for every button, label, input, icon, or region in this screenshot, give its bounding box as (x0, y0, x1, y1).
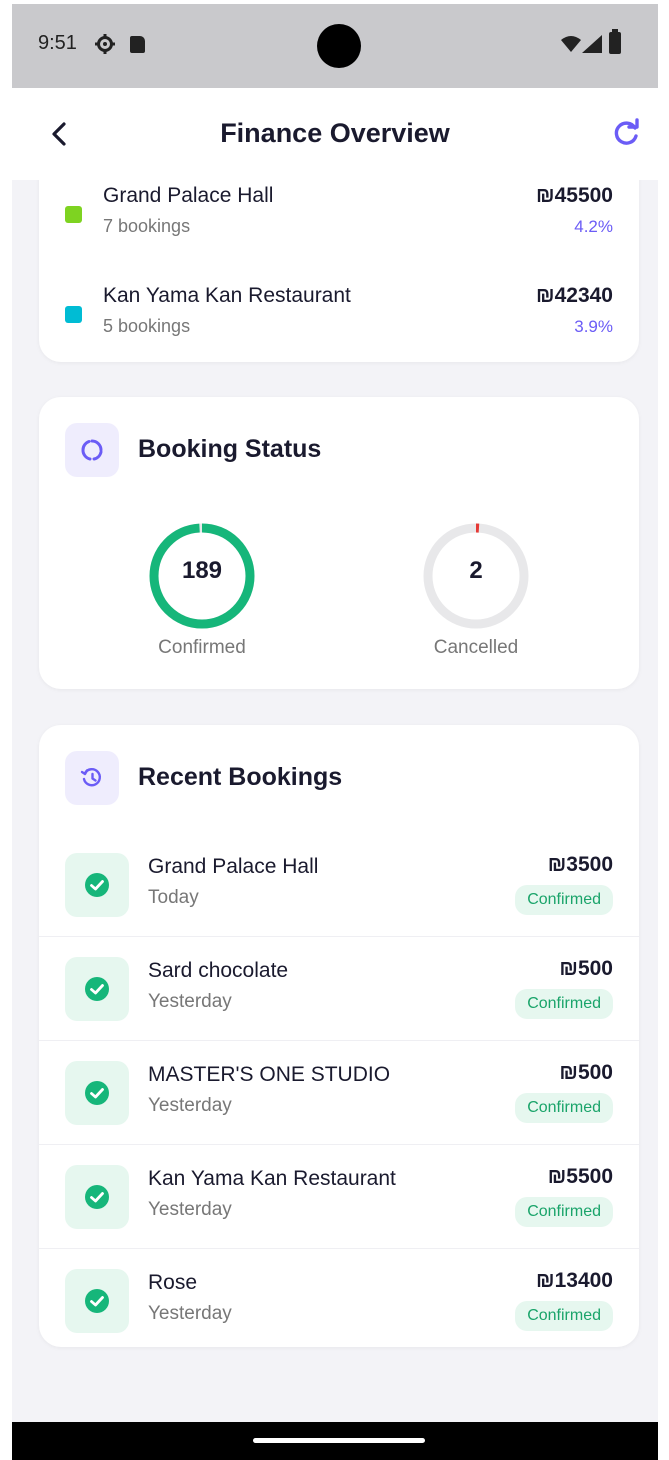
check-circle-icon (85, 1185, 109, 1209)
confirmed-status-box (65, 1165, 129, 1229)
camera-cutout (317, 24, 361, 68)
status-bar: 9:51 (12, 4, 658, 88)
booking-status-icon-box (65, 423, 119, 477)
booking-row[interactable]: MASTER'S ONE STUDIO Yesterday ₪500 Confi… (39, 1041, 639, 1145)
confirmed-status-box (65, 957, 129, 1021)
sd-card-icon (130, 36, 145, 53)
page-title: Finance Overview (220, 118, 450, 148)
booking-status-card: Booking Status 189 Confirmed 2 Cancelled (39, 397, 639, 689)
venue-name: Kan Yama Kan Restaurant (103, 284, 351, 307)
confirmed-count: 189 (181, 557, 223, 584)
booking-date: Yesterday (148, 1095, 232, 1116)
venue-amount: ₪45500 (536, 184, 613, 207)
app-screen: 9:51 Finance Overview Grand Palace Hall … (12, 4, 658, 1460)
confirmed-status-box (65, 1269, 129, 1333)
confirmed-status-box (65, 1061, 129, 1125)
booking-status-title: Booking Status (138, 435, 322, 463)
venue-color-swatch (65, 206, 82, 223)
booking-row[interactable]: Grand Palace Hall Today ₪3500 Confirmed (39, 833, 639, 937)
check-circle-icon (85, 873, 109, 897)
venue-bookings: 7 bookings (103, 216, 191, 236)
booking-date: Yesterday (148, 1199, 232, 1220)
check-circle-icon (85, 1289, 109, 1313)
cancelled-label: Cancelled (433, 637, 519, 658)
status-badge: Confirmed (515, 1197, 613, 1227)
status-time: 9:51 (38, 32, 77, 54)
booking-amount: ₪5500 (547, 1165, 613, 1188)
signal-icon (582, 35, 602, 53)
venue-name: Grand Palace Hall (103, 184, 274, 207)
status-badge: Confirmed (515, 989, 613, 1019)
status-badge: Confirmed (515, 1093, 613, 1123)
home-gesture-handle[interactable] (253, 1438, 425, 1443)
booking-amount: ₪500 (559, 957, 613, 980)
recent-bookings-card: Recent Bookings Grand Palace Hall Today … (39, 725, 639, 1347)
refresh-icon[interactable] (612, 118, 642, 148)
check-circle-icon (85, 1081, 109, 1105)
recent-bookings-title: Recent Bookings (138, 763, 343, 791)
venue-row[interactable]: Kan Yama Kan Restaurant 5 bookings ₪4234… (39, 282, 639, 352)
booking-name: MASTER'S ONE STUDIO (148, 1063, 391, 1086)
booking-amount: ₪13400 (536, 1269, 613, 1292)
venue-bookings: 5 bookings (103, 316, 191, 336)
booking-row[interactable]: Sard chocolate Yesterday ₪500 Confirmed (39, 937, 639, 1041)
recent-bookings-icon-box (65, 751, 119, 805)
venue-percent: 4.2% (574, 217, 613, 236)
booking-name: Sard chocolate (148, 959, 289, 982)
venue-percent: 3.9% (574, 317, 613, 336)
confirmed-ring[interactable]: 189 (147, 521, 257, 631)
status-badge: Confirmed (515, 1301, 613, 1331)
booking-date: Yesterday (148, 1303, 232, 1324)
booking-name: Grand Palace Hall (148, 855, 319, 878)
booking-name: Rose (148, 1271, 198, 1294)
system-navigation-bar (12, 1422, 658, 1460)
check-circle-icon (85, 977, 109, 1001)
booking-name: Kan Yama Kan Restaurant (148, 1167, 396, 1190)
booking-row[interactable]: Rose Yesterday ₪13400 Confirmed (39, 1249, 639, 1353)
booking-row[interactable]: Kan Yama Kan Restaurant Yesterday ₪5500 … (39, 1145, 639, 1249)
cancelled-count: 2 (469, 557, 483, 584)
booking-date: Today (148, 887, 199, 908)
status-badge: Confirmed (515, 885, 613, 915)
booking-date: Yesterday (148, 991, 232, 1012)
app-header: Finance Overview (12, 88, 658, 180)
confirmed-label: Confirmed (158, 637, 246, 658)
wifi-icon (561, 36, 581, 52)
battery-icon (609, 29, 621, 54)
venue-row[interactable]: Grand Palace Hall 7 bookings ₪45500 4.2% (39, 182, 639, 252)
venue-color-swatch (65, 306, 82, 323)
booking-amount: ₪3500 (547, 853, 613, 876)
loading-circle-icon (81, 439, 103, 461)
settings-gear-icon (95, 34, 115, 54)
confirmed-status-box (65, 853, 129, 917)
history-icon (80, 768, 101, 787)
venue-amount: ₪42340 (536, 284, 613, 307)
booking-amount: ₪500 (559, 1061, 613, 1084)
cancelled-ring[interactable]: 2 (421, 521, 531, 631)
